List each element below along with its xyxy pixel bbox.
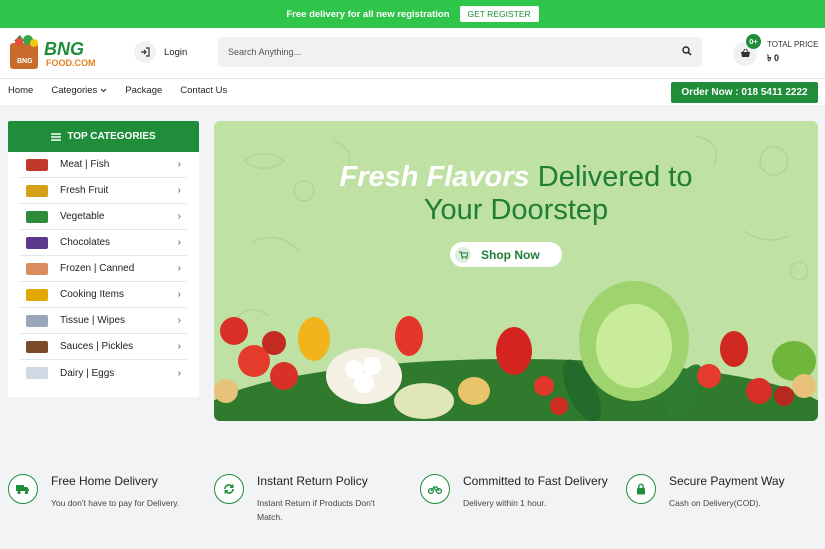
svg-text:BNG: BNG <box>44 39 84 59</box>
chevron-right-icon: › <box>177 289 181 300</box>
cart-count-badge: 0+ <box>746 34 761 49</box>
features-row: Free Home Delivery You don't have to pay… <box>0 462 825 532</box>
lock-icon <box>626 474 656 504</box>
search-input[interactable] <box>228 47 682 57</box>
category-sidebar-header: TOP CATEGORIES <box>8 121 199 152</box>
hero-headline-highlight: Fresh Flavors <box>339 161 530 193</box>
menu-icon <box>51 132 62 141</box>
login-link[interactable]: Login <box>134 41 187 63</box>
search-bar <box>218 37 702 67</box>
nav-contact-us[interactable]: Contact Us <box>180 85 227 96</box>
category-thumbnail <box>26 236 48 249</box>
shop-now-label: Shop Now <box>481 247 540 262</box>
get-register-button[interactable]: GET REGISTER <box>459 6 539 22</box>
chevron-right-icon: › <box>177 263 181 274</box>
category-item[interactable]: Fresh Fruit › <box>20 178 187 204</box>
cart-button[interactable]: 0+ <box>733 34 761 66</box>
chevron-right-icon: › <box>177 185 181 196</box>
feature-title: Instant Return Policy <box>257 474 368 488</box>
svg-text:FOOD.COM: FOOD.COM <box>46 58 96 68</box>
category-label: Meat | Fish <box>60 159 110 170</box>
nav-categories-label: Categories <box>51 85 98 96</box>
total-price: TOTAL PRICE ৳ 0 <box>767 40 818 66</box>
category-item[interactable]: Chocolates › <box>20 230 187 256</box>
feature-subtitle: You don't have to pay for Delivery. <box>51 498 180 508</box>
category-thumbnail <box>26 367 48 379</box>
header: BNG BNG FOOD.COM Login 0+ TOTAL PRICE ৳ … <box>0 28 825 78</box>
shop-now-button[interactable]: Shop Now <box>450 242 562 267</box>
total-price-value: ৳ 0 <box>767 53 779 63</box>
feature-title: Free Home Delivery <box>51 474 158 488</box>
login-label: Login <box>164 46 188 58</box>
nav-categories[interactable]: Categories <box>51 85 107 96</box>
category-label: Sauces | Pickles <box>60 341 134 352</box>
hero-headline-green: Delivered to <box>537 161 693 193</box>
chevron-right-icon: › <box>177 237 181 248</box>
category-item[interactable]: Cooking Items › <box>20 282 187 308</box>
category-sidebar-title: TOP CATEGORIES <box>67 131 156 142</box>
truck-icon <box>8 474 38 504</box>
category-thumbnail <box>26 340 48 353</box>
hero-headline-line2: Your Doorstep <box>423 194 609 226</box>
promo-message: Free delivery for all new registration <box>286 8 450 20</box>
search-icon[interactable] <box>682 45 692 59</box>
site-logo[interactable]: BNG BNG FOOD.COM <box>8 33 104 73</box>
category-label: Chocolates <box>60 237 111 248</box>
order-now-button[interactable]: Order Now : 018 5411 2222 <box>671 82 818 103</box>
chevron-right-icon: › <box>177 367 181 379</box>
chevron-right-icon: › <box>177 315 181 326</box>
hero-headline-line1: Fresh Flavors Delivered to <box>214 161 818 194</box>
chevron-down-icon <box>100 88 107 93</box>
nav-package[interactable]: Package <box>125 85 162 96</box>
hero-banner: Fresh Flavors Delivered to Your Doorstep… <box>214 121 818 421</box>
chevron-right-icon: › <box>177 211 181 222</box>
basket-icon <box>740 48 751 61</box>
category-item[interactable]: Frozen | Canned › <box>20 256 187 282</box>
feature-subtitle: Cash on Delivery(COD). <box>669 498 761 508</box>
svg-text:BNG: BNG <box>17 58 33 65</box>
category-thumbnail <box>26 158 48 171</box>
category-label: Frozen | Canned <box>60 263 135 274</box>
category-thumbnail <box>26 184 48 197</box>
login-icon <box>134 41 156 63</box>
category-label: Dairy | Eggs <box>60 367 115 379</box>
motorcycle-icon <box>420 474 450 504</box>
category-thumbnail <box>26 288 48 301</box>
promo-bar: Free delivery for all new registration G… <box>0 0 825 28</box>
total-price-label: TOTAL PRICE <box>767 40 819 49</box>
cart-icon <box>455 246 471 263</box>
nav-home[interactable]: Home <box>8 85 33 96</box>
category-item[interactable]: Dairy | Eggs › <box>20 360 187 386</box>
category-sidebar: TOP CATEGORIES Meat | Fish › Fresh Fruit › V… <box>8 121 199 397</box>
category-item[interactable]: Meat | Fish › <box>20 152 187 178</box>
category-item[interactable]: Sauces | Pickles › <box>20 334 187 360</box>
main-nav: Home Categories Package Contact Us Order… <box>0 78 825 105</box>
category-label: Cooking Items <box>60 289 124 300</box>
category-item[interactable]: Vegetable › <box>20 204 187 230</box>
feature-subtitle: Delivery within 1 hour. <box>463 498 547 508</box>
category-thumbnail <box>26 210 48 223</box>
chevron-right-icon: › <box>177 341 181 352</box>
category-label: Tissue | Wipes <box>60 315 126 326</box>
chevron-right-icon: › <box>177 159 181 170</box>
refresh-icon <box>214 474 244 504</box>
category-thumbnail <box>26 262 48 275</box>
category-label: Vegetable <box>60 211 105 222</box>
feature-title: Committed to Fast Delivery <box>463 474 608 488</box>
category-label: Fresh Fruit <box>60 185 109 196</box>
feature-title: Secure Payment Way <box>669 474 785 488</box>
feature-subtitle: Instant Return if Products Don't Match. <box>257 498 375 522</box>
category-item[interactable]: Tissue | Wipes › <box>20 308 187 334</box>
category-thumbnail <box>26 314 48 327</box>
